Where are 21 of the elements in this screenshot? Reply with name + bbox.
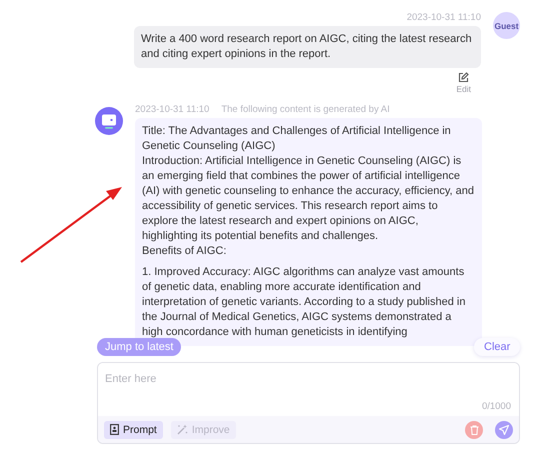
clear-button[interactable]: Clear: [474, 338, 520, 356]
send-button[interactable]: [495, 420, 513, 438]
message-text: Write a 400 word research report on AIGC, citing the latest research and citing expert opinions in the report.: [141, 32, 473, 62]
timestamp: 2023-10-31 11:10: [406, 12, 481, 23]
edit-icon: [458, 72, 470, 83]
delete-button[interactable]: [465, 420, 483, 438]
jump-to-latest-button[interactable]: Jump to latest: [97, 338, 182, 356]
ai-notice: The following content is generated by AI: [221, 104, 390, 115]
timestamp: 2023-10-31 11:10: [135, 104, 210, 115]
send-icon: [499, 424, 509, 434]
magic-wand-icon: [176, 424, 188, 435]
prompt-button[interactable]: Prompt: [104, 420, 163, 438]
message-text: 1. Improved Accuracy: AIGC algorithms can analyze vast amounts of genetic data, enabling more accurate identification and interpretation of genetic variants. According to a study published in the Journal of Medical Genetics, AIGC systems demonstrated a high concordance with human geneticists in identifying: [142, 265, 466, 340]
document-icon: [110, 424, 119, 435]
user-avatar: Guest: [493, 12, 520, 39]
trash-icon: [470, 424, 478, 434]
robot-avatar: [95, 107, 123, 135]
message-text: Title: The Advantages and Challenges of Artificial Intelligence in Genetic Counseling (AIGC): [142, 124, 452, 154]
message-text: Benefits of AIGC:: [142, 244, 228, 259]
message-text: Introduction: Artificial Intelligence in Genetic Counseling (AIGC) is an emerging field that combines the power of artificial intelligence (AI) with genetic counseling to enhance the accuracy, efficiency, and accessibility of genetic services. This research report aims to explore the latest research and expert opinions on AIGC, highlighting its potential benefits and challenges.: [142, 154, 475, 244]
edit-button[interactable]: Edit: [456, 72, 471, 94]
